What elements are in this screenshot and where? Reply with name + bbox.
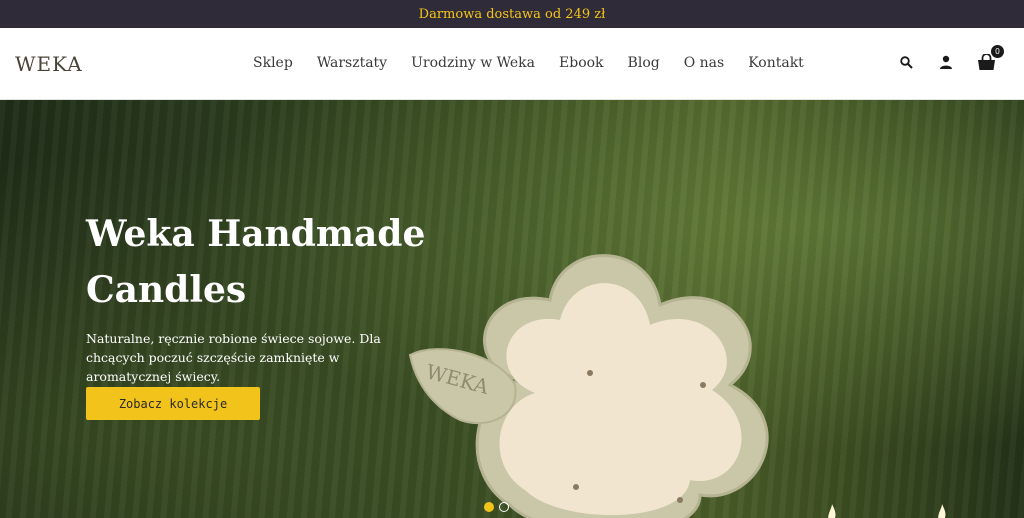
slider-dot-1[interactable] xyxy=(484,502,494,512)
nav-item-kontakt[interactable]: Kontakt xyxy=(748,55,804,71)
see-collection-button[interactable]: Zobacz kolekcje xyxy=(86,387,260,420)
nav-item-o-nas[interactable]: O nas xyxy=(684,55,724,71)
slider-dot-2[interactable] xyxy=(499,502,509,512)
search-button[interactable] xyxy=(896,52,916,72)
nav-item-ebook[interactable]: Ebook xyxy=(559,55,604,71)
hero-subtitle: Naturalne, ręcznie robione świece sojowe… xyxy=(86,331,381,384)
hero-title: Weka Handmade Candles xyxy=(86,213,426,311)
cart-count-badge: 0 xyxy=(991,45,1004,58)
main-nav: Sklep Warsztaty Urodziny w Weka Ebook Bl… xyxy=(253,55,828,71)
hero-banner: Weka Handmade Candles Naturalne, ręcznie… xyxy=(0,100,1024,518)
nav-item-blog[interactable]: Blog xyxy=(628,55,660,71)
candle-flames xyxy=(828,504,946,518)
site-header: WEKA Sklep Warsztaty Urodziny w Weka Ebo… xyxy=(0,28,1024,100)
nav-item-sklep[interactable]: Sklep xyxy=(253,55,293,71)
account-button[interactable] xyxy=(936,52,956,72)
logo[interactable]: WEKA xyxy=(15,52,83,76)
nav-item-urodziny[interactable]: Urodziny w Weka xyxy=(411,55,535,71)
clover-candle-image: WEKA xyxy=(408,254,769,518)
cart-button[interactable]: 0 xyxy=(976,45,1004,72)
promo-text: Darmowa dostawa od 249 zł xyxy=(418,6,606,22)
promo-bar: Darmowa dostawa od 249 zł xyxy=(0,0,1024,28)
header-icons: 0 xyxy=(876,45,1004,72)
search-icon xyxy=(899,55,913,69)
slider-dots xyxy=(484,502,514,512)
user-icon xyxy=(940,55,952,69)
nav-item-warsztaty[interactable]: Warsztaty xyxy=(317,55,387,71)
